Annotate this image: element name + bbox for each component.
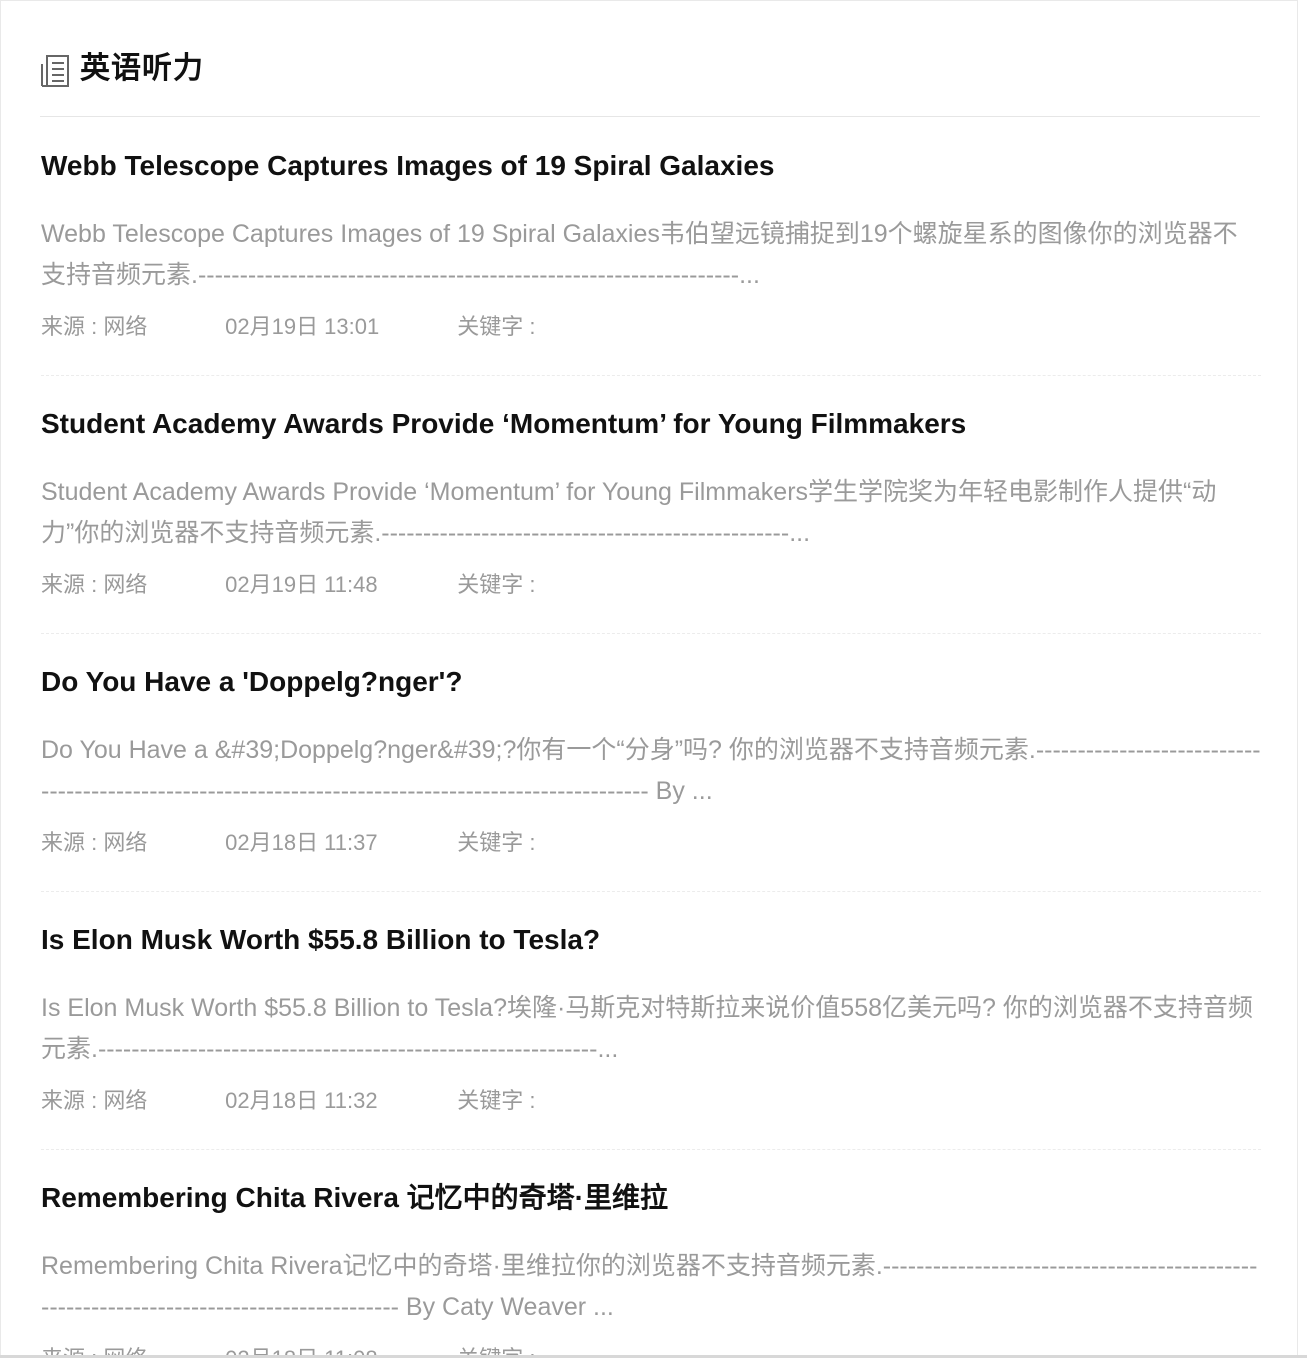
article-meta: 来源 : 网络 02月19日 11:48 关键字 :: [41, 570, 535, 600]
article-keywords: 关键字 :: [457, 314, 536, 339]
article-keywords: 关键字 :: [457, 1088, 536, 1113]
article-summary: Student Academy Awards Provide ‘Momentum…: [41, 478, 1217, 547]
article-source: 来源 : 网络: [41, 830, 148, 855]
article-item: Webb Telescope Captures Images of 19 Spi…: [41, 118, 1261, 376]
article-summary: Do You Have a &#39;Doppelg?nger&#39;?你有一…: [41, 736, 1261, 805]
article-meta: 来源 : 网络 02月18日 11:32 关键字 :: [41, 1086, 535, 1116]
article-source: 来源 : 网络: [41, 314, 148, 339]
article-summary: Is Elon Musk Worth $55.8 Billion to Tesl…: [41, 994, 1253, 1063]
article-title-link[interactable]: Webb Telescope Captures Images of 19 Spi…: [41, 148, 774, 184]
article-source: 来源 : 网络: [41, 1088, 148, 1113]
article-keywords: 关键字 :: [457, 830, 536, 855]
article-title-link[interactable]: Remembering Chita Rivera 记忆中的奇塔·里维拉: [41, 1180, 668, 1216]
news-panel: 英语听力 Webb Telescope Captures Images of 1…: [0, 0, 1298, 1358]
article-date: 02月18日 11:37: [225, 830, 378, 855]
article-item: Remembering Chita Rivera 记忆中的奇塔·里维拉 Reme…: [41, 1150, 1261, 1358]
article-meta: 来源 : 网络 02月18日 11:37 关键字 :: [41, 828, 535, 858]
article-item: Do You Have a 'Doppelg?nger'? Do You Hav…: [41, 634, 1261, 892]
article-meta: 来源 : 网络 02月19日 13:01 关键字 :: [41, 312, 535, 342]
article-item: Is Elon Musk Worth $55.8 Billion to Tesl…: [41, 892, 1261, 1150]
article-summary: Remembering Chita Rivera记忆中的奇塔·里维拉你的浏览器不…: [41, 1252, 1258, 1321]
article-date: 02月19日 13:01: [225, 314, 380, 339]
article-summary: Webb Telescope Captures Images of 19 Spi…: [41, 220, 1238, 289]
article-date: 02月18日 11:32: [225, 1088, 378, 1113]
section-header: 英语听力: [40, 41, 1260, 117]
article-title-link[interactable]: Student Academy Awards Provide ‘Momentum…: [41, 406, 966, 442]
article-item: Student Academy Awards Provide ‘Momentum…: [41, 376, 1261, 634]
article-title-link[interactable]: Is Elon Musk Worth $55.8 Billion to Tesl…: [41, 922, 600, 958]
article-source: 来源 : 网络: [41, 572, 148, 597]
article-title-link[interactable]: Do You Have a 'Doppelg?nger'?: [41, 664, 462, 700]
document-list-icon: [41, 55, 69, 87]
article-date: 02月19日 11:48: [225, 572, 378, 597]
article-keywords: 关键字 :: [457, 572, 536, 597]
article-list: Webb Telescope Captures Images of 19 Spi…: [41, 118, 1261, 1358]
section-title: 英语听力: [80, 52, 204, 85]
